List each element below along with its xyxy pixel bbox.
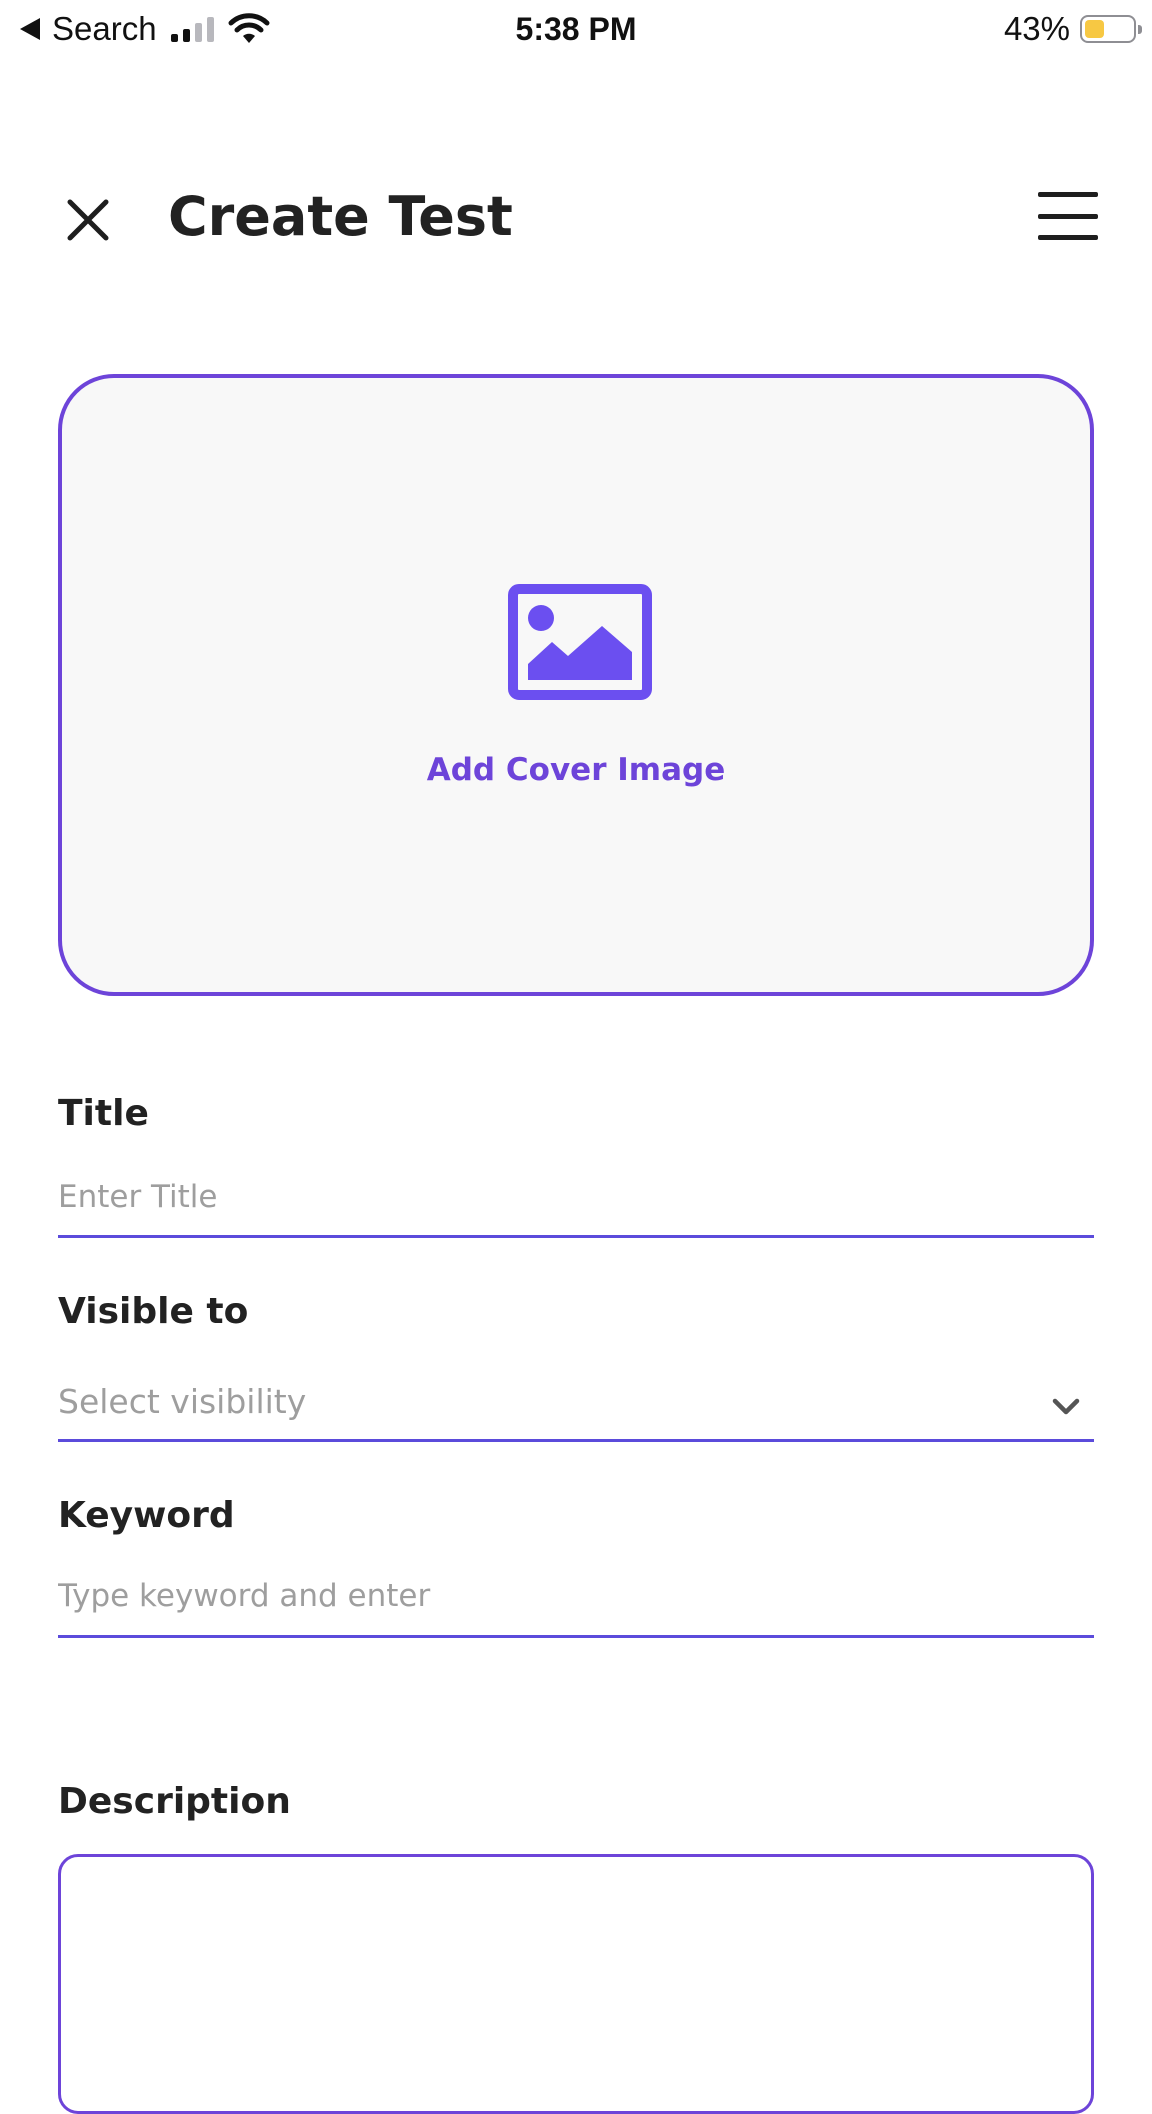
battery-percent: 43% — [1003, 10, 1070, 47]
page-header: Create Test — [0, 160, 1152, 270]
status-bar: Search 5:38 PM 43% — [0, 0, 1152, 58]
battery-status: 43% — [1003, 8, 1142, 50]
chevron-down-icon[interactable] — [1050, 1390, 1082, 1422]
visibility-placeholder: Select visibility — [58, 1382, 307, 1421]
title-input[interactable] — [58, 1158, 1094, 1238]
clock: 5:38 PM — [515, 11, 637, 47]
hamburger-menu-icon[interactable] — [1038, 192, 1098, 197]
visible-to-label: Visible to — [58, 1291, 249, 1332]
title-label: Title — [58, 1093, 149, 1134]
close-button[interactable] — [56, 188, 120, 252]
close-icon[interactable] — [66, 198, 110, 242]
menu-button[interactable] — [1036, 184, 1100, 248]
add-cover-image-label[interactable]: Add Cover Image — [62, 752, 1090, 788]
description-label: Description — [58, 1781, 291, 1822]
battery-icon — [1080, 15, 1142, 43]
keyword-label: Keyword — [58, 1495, 235, 1536]
add-cover-image-area[interactable]: Add Cover Image — [58, 374, 1094, 996]
page-title: Create Test — [168, 185, 513, 248]
visibility-select[interactable]: Select visibility — [58, 1374, 1094, 1442]
battery-level — [1085, 20, 1104, 38]
description-textarea[interactable] — [58, 1854, 1094, 2114]
image-icon — [508, 584, 652, 700]
keyword-input[interactable] — [58, 1556, 1094, 1638]
